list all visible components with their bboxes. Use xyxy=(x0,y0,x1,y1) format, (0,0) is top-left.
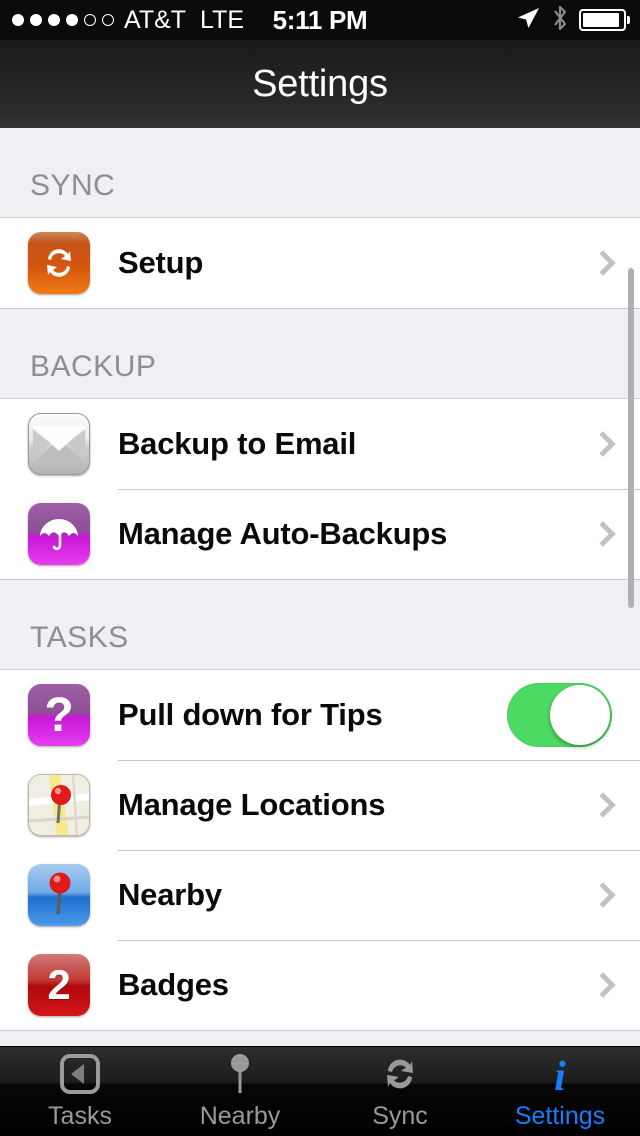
row-pull-down-for-tips[interactable]: ? Pull down for Tips xyxy=(0,670,640,760)
row-label: Nearby xyxy=(118,877,222,912)
status-bar-right xyxy=(515,0,630,40)
section-rows-sync: Setup xyxy=(0,218,640,309)
row-label: Backup to Email xyxy=(118,426,357,461)
back-arrow-box-icon xyxy=(58,1052,102,1096)
row-backup-to-email[interactable]: Backup to Email xyxy=(0,399,640,489)
chevron-right-icon xyxy=(590,250,616,276)
section-header-label: BACKUP xyxy=(30,350,157,383)
navigation-bar: Settings xyxy=(0,40,640,128)
section-header-backup: BACKUP xyxy=(0,309,640,399)
chevron-right-icon xyxy=(590,521,616,547)
tab-label: Tasks xyxy=(48,1102,112,1130)
chevron-right-icon xyxy=(590,972,616,998)
chevron-right-icon xyxy=(590,882,616,908)
row-label: Pull down for Tips xyxy=(118,697,383,732)
sync-refresh-icon xyxy=(28,232,90,294)
chevron-right-icon xyxy=(590,792,616,818)
row-setup[interactable]: Setup xyxy=(0,218,640,308)
tab-sync[interactable]: Sync xyxy=(320,1047,480,1136)
envelope-icon xyxy=(28,413,90,475)
row-label: Setup xyxy=(118,245,204,280)
badge-count-icon: 2 xyxy=(28,954,90,1016)
row-nearby[interactable]: Nearby xyxy=(0,850,640,940)
location-pin-icon xyxy=(28,864,90,926)
row-label: Badges xyxy=(118,967,229,1002)
pin-icon xyxy=(225,1052,255,1096)
battery-icon xyxy=(579,9,630,31)
toggle-knob xyxy=(550,685,610,745)
section-header-label: TASKS xyxy=(30,621,129,654)
section-rows-backup: Backup to Email Manage Auto-Backups xyxy=(0,399,640,580)
section-rows-tasks: ? Pull down for Tips Manage Locations Ne… xyxy=(0,670,640,1031)
badge-value: 2 xyxy=(47,961,71,1008)
status-bar: AT&T LTE 5:11 PM xyxy=(0,0,640,40)
tab-label: Settings xyxy=(514,1102,606,1130)
svg-text:i: i xyxy=(554,1054,566,1096)
bluetooth-icon xyxy=(552,5,568,36)
tab-nearby[interactable]: Nearby xyxy=(160,1047,320,1136)
row-badges[interactable]: 2 Badges xyxy=(0,940,640,1030)
chevron-right-icon xyxy=(590,431,616,457)
settings-list[interactable]: SYNC Setup BACKUP Backup to Email Manage… xyxy=(0,128,640,1046)
pull-down-for-tips-toggle[interactable] xyxy=(507,683,612,747)
settings-screen: AT&T LTE 5:11 PM Settings SYNC Setup BAC… xyxy=(0,0,640,1136)
section-header-label: SYNC xyxy=(30,169,116,202)
tab-bar: Tasks Nearby Sync i Settings xyxy=(0,1046,640,1136)
section-header-tasks: TASKS xyxy=(0,580,640,670)
refresh-icon xyxy=(378,1052,422,1096)
info-i-icon: i xyxy=(545,1052,575,1096)
row-manage-locations[interactable]: Manage Locations xyxy=(0,760,640,850)
map-pin-icon xyxy=(28,774,90,836)
page-title: Settings xyxy=(252,62,388,105)
tab-settings[interactable]: i Settings xyxy=(480,1047,640,1136)
row-label: Manage Auto-Backups xyxy=(118,516,448,551)
tab-label: Sync xyxy=(372,1102,428,1130)
tab-label: Nearby xyxy=(199,1102,281,1130)
question-mark-icon: ? xyxy=(28,684,90,746)
row-label: Manage Locations xyxy=(118,787,386,822)
scroll-indicator[interactable] xyxy=(628,268,634,608)
section-header-sync: SYNC xyxy=(0,128,640,218)
row-manage-auto-backups[interactable]: Manage Auto-Backups xyxy=(0,489,640,579)
tab-tasks[interactable]: Tasks xyxy=(0,1047,160,1136)
umbrella-icon xyxy=(28,503,90,565)
location-arrow-icon xyxy=(515,5,541,36)
